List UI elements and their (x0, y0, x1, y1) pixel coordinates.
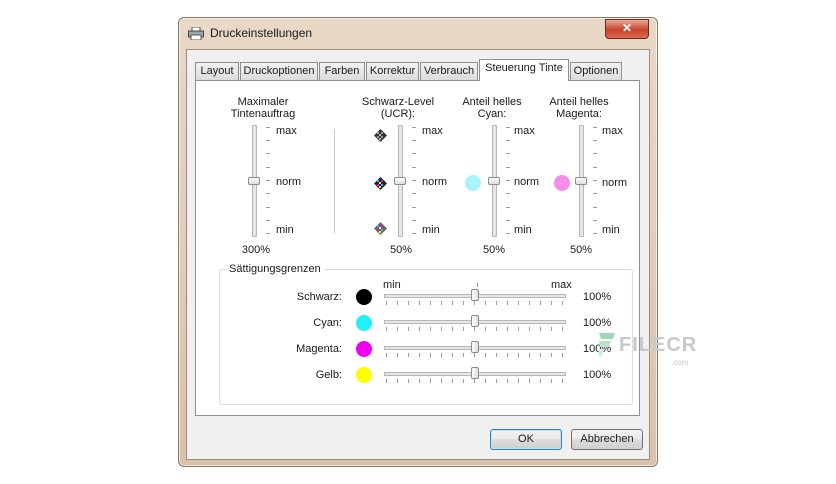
tab-korrektur[interactable]: Korrektur (366, 62, 419, 80)
slider-thumb[interactable] (488, 177, 500, 185)
slider-thumb[interactable] (394, 177, 406, 185)
tab-farben[interactable]: Farben (319, 62, 365, 80)
min-label: min (276, 224, 294, 236)
min-label: min (602, 224, 620, 236)
tab-optionen[interactable]: Optionen (570, 62, 622, 80)
max-label: max (602, 125, 623, 137)
dialog-client: Layout Druckoptionen Farben Korrektur Ve… (186, 49, 650, 460)
norm-label: norm (602, 177, 628, 189)
saturation-label-gelb: Gelb: (315, 369, 342, 381)
min-label: min (514, 224, 532, 236)
slider-value: 50% (569, 244, 593, 256)
ok-button[interactable]: OK (490, 429, 562, 450)
cancel-button[interactable]: Abbrechen (571, 429, 643, 450)
slider-ticks (386, 353, 563, 357)
norm-label: norm (422, 176, 448, 188)
saturation-slider-cyan[interactable] (384, 313, 568, 333)
saturation-slider-magenta[interactable] (384, 339, 568, 359)
tab-layout[interactable]: Layout (195, 62, 239, 80)
title-bar[interactable]: Druckeinstellungen ✕ (179, 18, 657, 48)
light-cyan-slider[interactable] (476, 125, 512, 237)
saturation-value: 100% (583, 291, 612, 303)
saturation-label-magenta: Magenta: (296, 343, 342, 355)
divider (334, 129, 336, 233)
watermark-sub: .com (671, 358, 689, 367)
slider-title-line2: Magenta: (556, 108, 602, 120)
yellow-swatch (356, 367, 372, 383)
slider-thumb[interactable] (471, 367, 479, 379)
printer-icon (188, 27, 204, 40)
slider-title-line2: (UCR): (380, 108, 416, 120)
slider-ticks (386, 327, 563, 331)
max-label: max (276, 125, 297, 137)
slider-thumb[interactable] (248, 177, 260, 185)
saturation-value: 100% (583, 317, 612, 329)
slider-title-line2: Tintenauftrag (230, 108, 296, 120)
watermark-text: FILECR (619, 334, 698, 356)
saturation-group: Sättigungsgrenzen min max Schwarz: 100% … (219, 263, 633, 405)
slider-value: 50% (389, 244, 413, 256)
tab-panel-steuerung-tinte: Maximaler Tintenauftrag max norm min 300… (195, 80, 640, 416)
cyan-swatch (356, 315, 372, 331)
max-ink-slider[interactable] (236, 125, 272, 237)
slider-ticks (386, 301, 563, 305)
slider-ticks (506, 127, 510, 234)
tab-verbrauch[interactable]: Verbrauch (420, 62, 478, 80)
tab-druckoptionen[interactable]: Druckoptionen (240, 62, 318, 80)
magenta-swatch (356, 341, 372, 357)
slider-ticks (593, 127, 597, 234)
window-title: Druckeinstellungen (210, 26, 313, 40)
slider-thumb[interactable] (471, 315, 479, 327)
slider-value: 300% (241, 244, 271, 256)
slider-ticks (266, 127, 270, 234)
slider-ticks (412, 127, 416, 234)
norm-label: norm (514, 176, 540, 188)
min-label: min (422, 224, 440, 236)
close-button[interactable]: ✕ (605, 19, 649, 39)
slider-thumb[interactable] (575, 177, 587, 185)
black-level-slider[interactable] (382, 125, 418, 237)
saturation-label-schwarz: Schwarz: (296, 291, 342, 303)
watermark-logo-icon (598, 333, 615, 356)
max-label: max (422, 125, 443, 137)
print-settings-window: Druckeinstellungen ✕ Layout Druckoptione… (178, 17, 658, 467)
light-magenta-slider[interactable] (563, 125, 599, 237)
slider-thumb[interactable] (471, 289, 479, 301)
max-label: max (514, 125, 535, 137)
norm-label: norm (276, 176, 302, 188)
saturation-value: 100% (583, 369, 612, 381)
slider-thumb[interactable] (471, 341, 479, 353)
slider-ticks (386, 379, 563, 383)
saturation-slider-gelb[interactable] (384, 365, 568, 385)
saturation-label-cyan: Cyan: (313, 317, 342, 329)
tab-steuerung-tinte[interactable]: Steuerung Tinte (479, 59, 569, 81)
black-swatch (356, 289, 372, 305)
group-title: Sättigungsgrenzen (226, 263, 324, 275)
slider-title-line2: Cyan: (477, 108, 507, 120)
slider-value: 50% (482, 244, 506, 256)
saturation-slider-schwarz[interactable] (384, 287, 568, 307)
